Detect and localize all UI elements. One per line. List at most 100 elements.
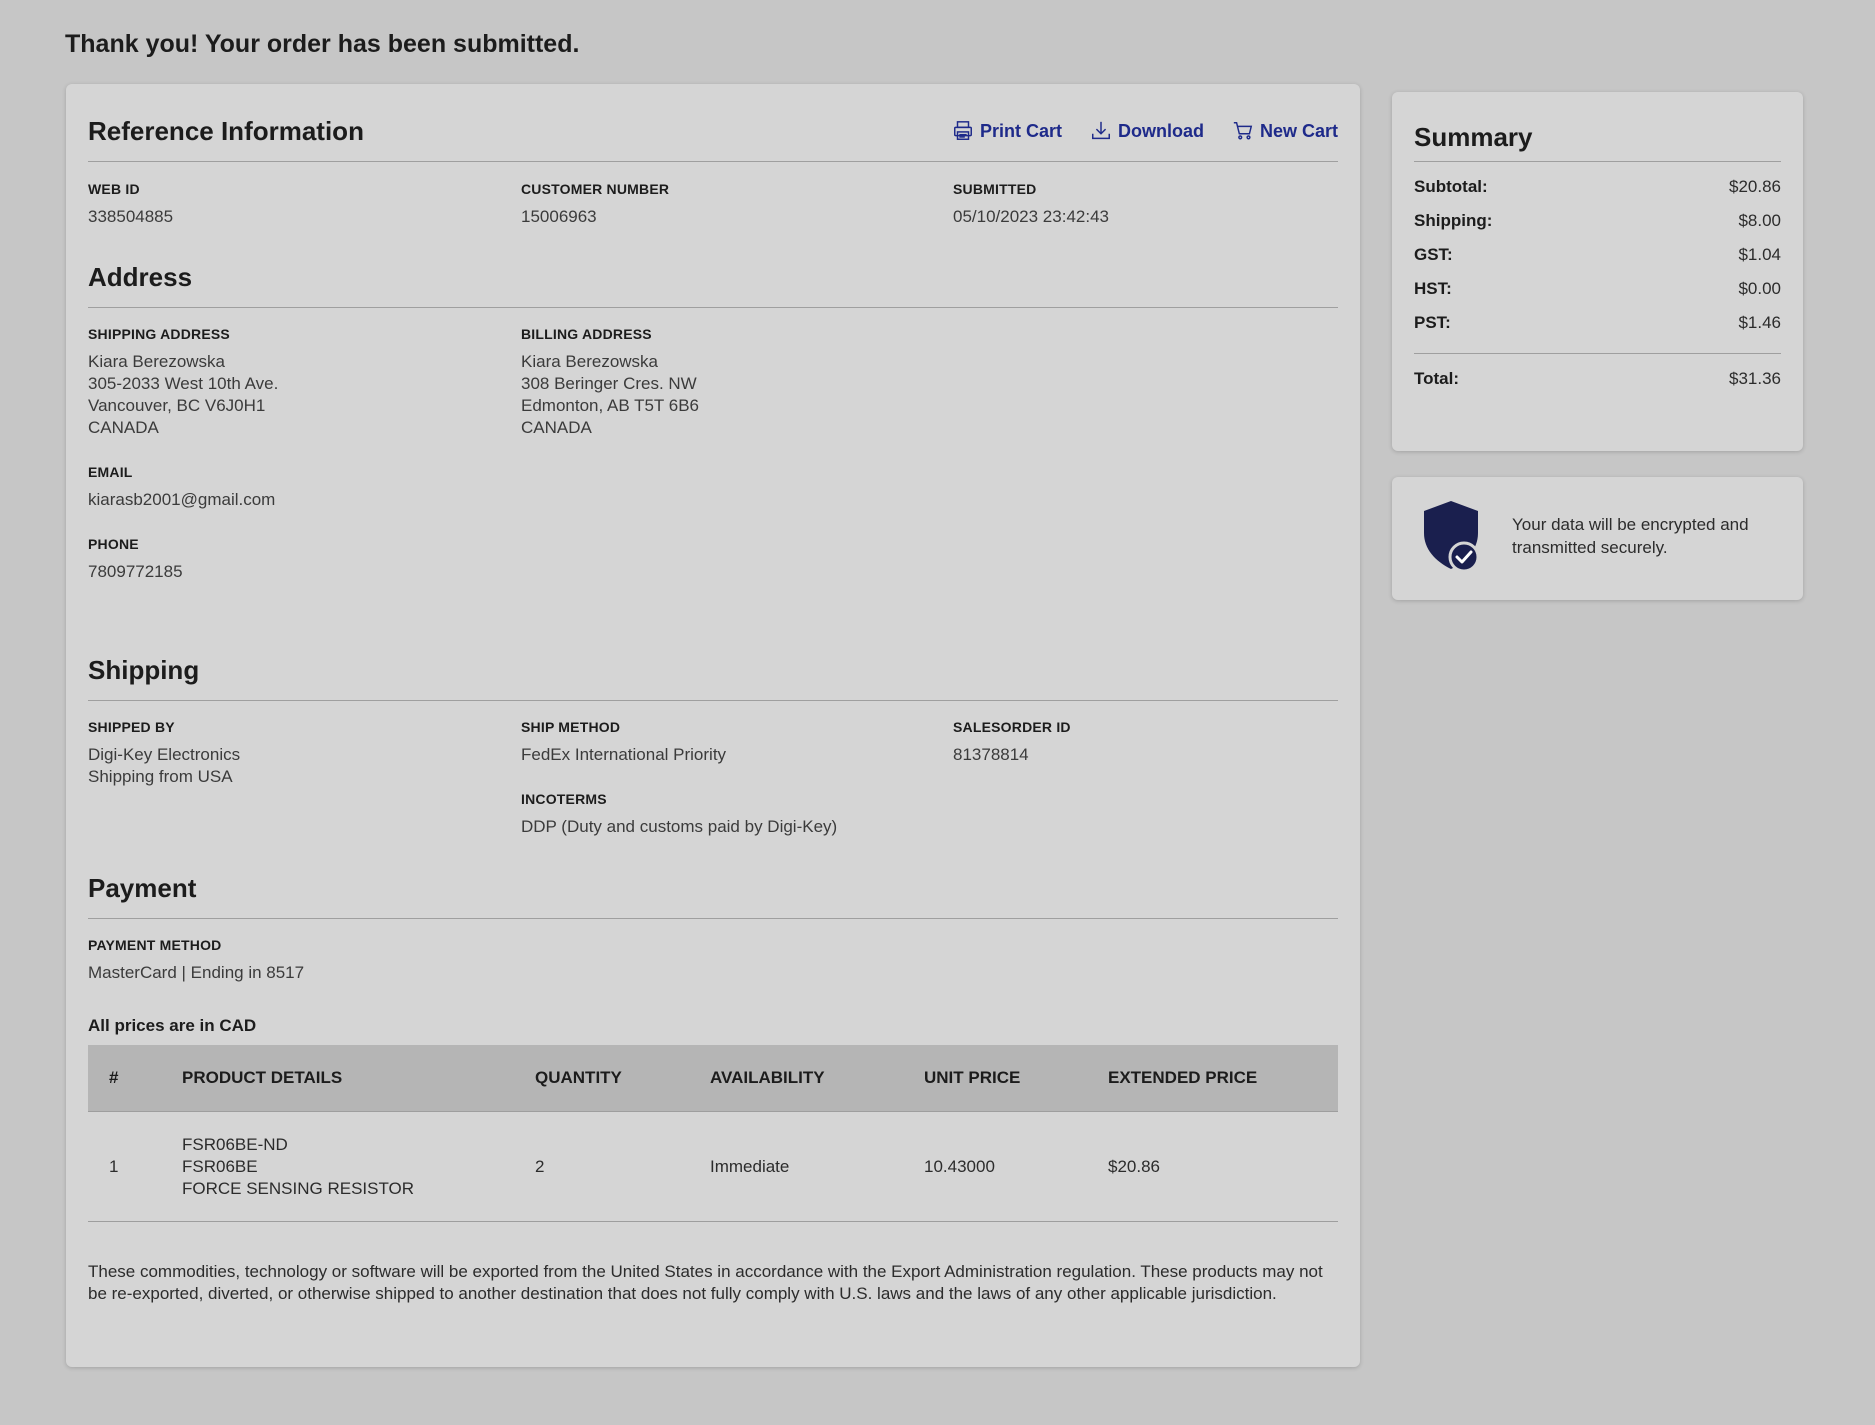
hst-value: $0.00 bbox=[1738, 279, 1781, 298]
salesorder-field: SALESORDER ID 81378814 bbox=[953, 719, 1071, 766]
shipping-line1: 305-2033 West 10th Ave. bbox=[88, 374, 279, 393]
shipped-by-line2: Shipping from USA bbox=[88, 767, 233, 786]
security-card: Your data will be encrypted and transmit… bbox=[1392, 477, 1803, 600]
web-id-field: WEB ID 338504885 bbox=[88, 181, 173, 228]
summary-subtotal-row: Subtotal: $20.86 bbox=[1414, 177, 1781, 197]
cart-actions: Print Cart Download New Cart bbox=[952, 120, 1338, 142]
row-quantity: 2 bbox=[535, 1157, 545, 1176]
export-disclaimer: These commodities, technology or softwar… bbox=[88, 1262, 1323, 1303]
page-title: Thank you! Your order has been submitted… bbox=[65, 30, 580, 58]
shipping-section-header: Shipping bbox=[88, 655, 1338, 701]
summary-shipping-row: Shipping: $8.00 bbox=[1414, 211, 1781, 231]
phone-label: PHONE bbox=[88, 536, 139, 552]
phone-value: 7809772185 bbox=[88, 562, 183, 581]
submitted-field: SUBMITTED 05/10/2023 23:42:43 bbox=[953, 181, 1109, 228]
subtotal-value: $20.86 bbox=[1729, 177, 1781, 196]
email-value: kiarasb2001@gmail.com bbox=[88, 490, 276, 509]
reference-section-header: Reference Information Print Cart Downloa… bbox=[88, 116, 1338, 162]
hst-label: HST: bbox=[1414, 279, 1452, 298]
row-mfr-part: FSR06BE bbox=[182, 1157, 258, 1176]
summary-title: Summary bbox=[1414, 122, 1781, 162]
order-items-table: # PRODUCT DETAILS QUANTITY AVAILABILITY … bbox=[88, 1045, 1338, 1222]
row-product-details: FSR06BE-ND FSR06BE FORCE SENSING RESISTO… bbox=[182, 1134, 414, 1200]
salesorder-label: SALESORDER ID bbox=[953, 719, 1071, 735]
header-availability: AVAILABILITY bbox=[710, 1068, 825, 1087]
new-cart-label: New Cart bbox=[1259, 120, 1338, 141]
table-row: 1 FSR06BE-ND FSR06BE FORCE SENSING RESIS… bbox=[88, 1112, 1338, 1222]
billing-line1: 308 Beringer Cres. NW bbox=[521, 374, 697, 393]
download-button[interactable]: Download bbox=[1090, 120, 1204, 142]
billing-country: CANADA bbox=[521, 418, 592, 437]
gst-label: GST: bbox=[1414, 245, 1453, 264]
summary-divider bbox=[1414, 353, 1781, 354]
summary-total-row: Total: $31.36 bbox=[1414, 369, 1781, 389]
shipping-line2: Vancouver, BC V6J0H1 bbox=[88, 396, 266, 415]
pst-value: $1.46 bbox=[1738, 313, 1781, 332]
row-num: 1 bbox=[109, 1157, 119, 1176]
salesorder-value: 81378814 bbox=[953, 745, 1029, 764]
table-header: # PRODUCT DETAILS QUANTITY AVAILABILITY … bbox=[88, 1045, 1338, 1112]
row-part-number[interactable]: FSR06BE-ND bbox=[182, 1134, 414, 1156]
ship-method-value: FedEx International Priority bbox=[521, 745, 727, 764]
billing-address-field: BILLING ADDRESS Kiara Berezowska 308 Ber… bbox=[521, 326, 699, 439]
security-text: Your data will be encrypted and transmit… bbox=[1512, 515, 1749, 557]
billing-line2: Edmonton, AB T5T 6B6 bbox=[521, 396, 699, 415]
incoterms-field: INCOTERMS DDP (Duty and customs paid by … bbox=[521, 791, 837, 838]
shipping-title: Shipping bbox=[88, 655, 200, 685]
gst-value: $1.04 bbox=[1738, 245, 1781, 264]
payment-section-header: Payment bbox=[88, 873, 1338, 919]
ship-method-label: SHIP METHOD bbox=[521, 719, 621, 735]
order-details-card: Reference Information Print Cart Downloa… bbox=[66, 84, 1360, 1367]
customer-number-label: CUSTOMER NUMBER bbox=[521, 181, 670, 197]
summary-gst-row: GST: $1.04 bbox=[1414, 245, 1781, 265]
summary-pst-row: PST: $1.46 bbox=[1414, 313, 1781, 333]
currency-note: All prices are in CAD bbox=[88, 1016, 257, 1035]
shipped-by-label: SHIPPED BY bbox=[88, 719, 175, 735]
new-cart-button[interactable]: New Cart bbox=[1232, 120, 1338, 142]
print-cart-button[interactable]: Print Cart bbox=[952, 120, 1062, 142]
address-title: Address bbox=[88, 262, 193, 292]
shipping-address-field: SHIPPING ADDRESS Kiara Berezowska 305-20… bbox=[88, 326, 278, 439]
print-cart-label: Print Cart bbox=[979, 120, 1062, 141]
submitted-value: 05/10/2023 23:42:43 bbox=[953, 207, 1109, 226]
header-num: # bbox=[109, 1068, 119, 1087]
submitted-label: SUBMITTED bbox=[953, 181, 1037, 197]
incoterms-label: INCOTERMS bbox=[521, 791, 607, 807]
summary-card: Summary Subtotal: $20.86 Shipping: $8.00… bbox=[1392, 92, 1803, 451]
total-value: $31.36 bbox=[1729, 369, 1781, 388]
address-section-header: Address bbox=[88, 262, 1338, 308]
shield-check-icon bbox=[1424, 501, 1480, 573]
email-field: EMAIL kiarasb2001@gmail.com bbox=[88, 464, 275, 511]
header-extended-price: EXTENDED PRICE bbox=[1108, 1068, 1258, 1087]
shipping-cost-label: Shipping: bbox=[1414, 211, 1493, 230]
summary-hst-row: HST: $0.00 bbox=[1414, 279, 1781, 299]
payment-method-label: PAYMENT METHOD bbox=[88, 937, 222, 953]
cart-icon bbox=[1233, 122, 1253, 140]
shipping-address-label: SHIPPING ADDRESS bbox=[88, 326, 230, 342]
shipping-cost-value: $8.00 bbox=[1738, 211, 1781, 230]
subtotal-label: Subtotal: bbox=[1414, 177, 1488, 196]
web-id-value: 338504885 bbox=[88, 207, 174, 226]
shipping-name: Kiara Berezowska bbox=[88, 352, 226, 371]
pst-label: PST: bbox=[1414, 313, 1451, 332]
printer-icon bbox=[953, 121, 972, 140]
shipped-by-field: SHIPPED BY Digi-Key Electronics Shipping… bbox=[88, 719, 240, 788]
shipping-country: CANADA bbox=[88, 418, 159, 437]
download-icon bbox=[1091, 121, 1110, 140]
payment-title: Payment bbox=[88, 873, 197, 903]
header-quantity: QUANTITY bbox=[535, 1068, 622, 1087]
header-product-details: PRODUCT DETAILS bbox=[182, 1068, 343, 1087]
header-unit-price: UNIT PRICE bbox=[924, 1068, 1021, 1087]
payment-method-field: PAYMENT METHOD MasterCard | Ending in 85… bbox=[88, 937, 304, 984]
customer-number-field: CUSTOMER NUMBER 15006963 bbox=[521, 181, 669, 228]
billing-name: Kiara Berezowska bbox=[521, 352, 659, 371]
row-unit-price: 10.43000 bbox=[924, 1157, 995, 1176]
shipped-by-line1: Digi-Key Electronics bbox=[88, 745, 241, 764]
web-id-label: WEB ID bbox=[88, 181, 140, 197]
billing-address-label: BILLING ADDRESS bbox=[521, 326, 652, 342]
row-description: FORCE SENSING RESISTOR bbox=[182, 1179, 415, 1198]
row-extended-price: $20.86 bbox=[1108, 1157, 1160, 1176]
incoterms-value: DDP (Duty and customs paid by Digi-Key) bbox=[521, 817, 838, 836]
row-availability: Immediate bbox=[710, 1157, 790, 1176]
customer-number-value: 15006963 bbox=[521, 207, 597, 226]
